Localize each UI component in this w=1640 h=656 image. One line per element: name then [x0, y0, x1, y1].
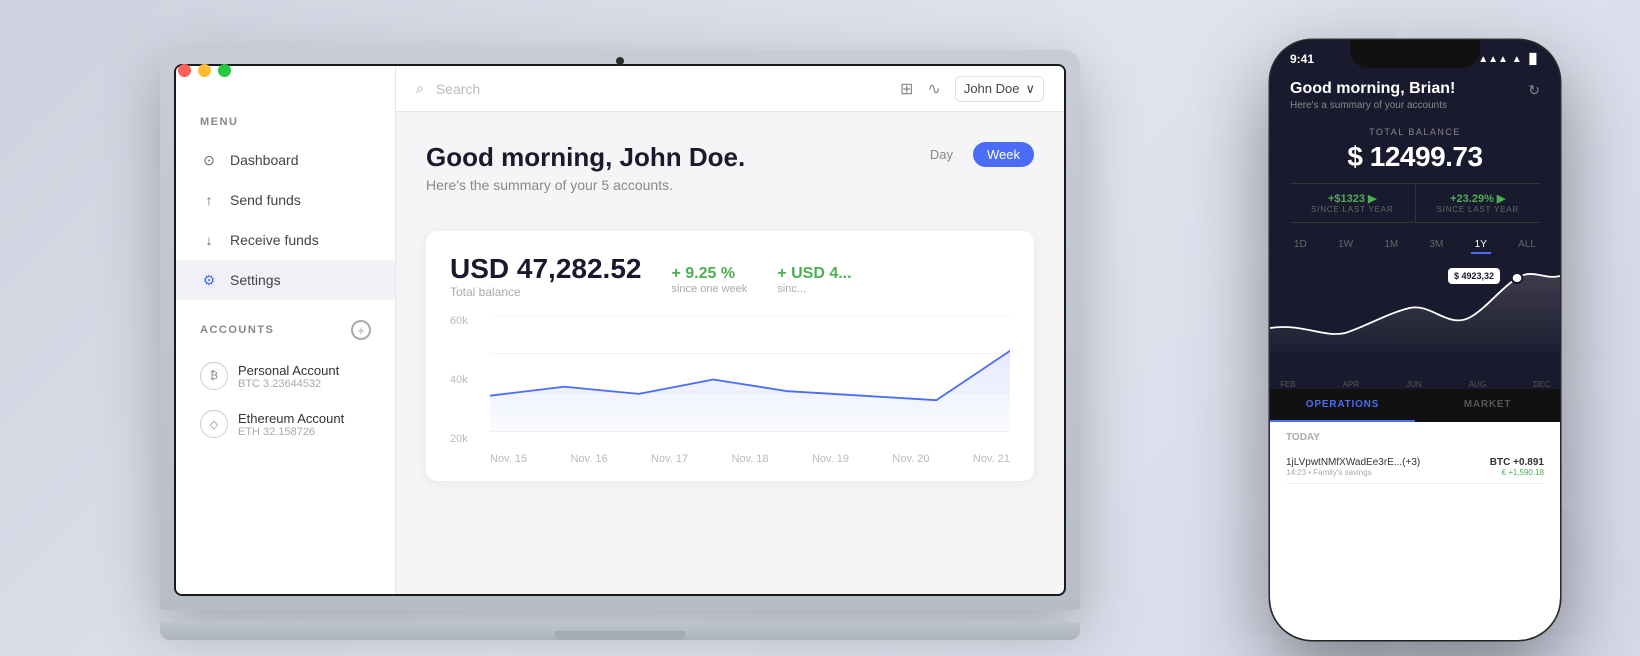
stat-percent: + 9.25 % [671, 265, 747, 283]
user-name: John Doe [964, 81, 1020, 96]
accounts-section: ACCOUNTS + ₿ Personal Account BTC 3.2364… [176, 320, 395, 448]
topbar: ⌕ Search ⊞ ∿ John Doe ∨ [396, 66, 1064, 112]
tab-week[interactable]: Week [973, 142, 1034, 167]
status-icons: ▲▲▲ ▲ ▐▌ [1478, 54, 1540, 65]
menu-label: MENU [176, 116, 395, 140]
tab-day[interactable]: Day [916, 142, 967, 167]
phone-balance-section: TOTAL BALANCE $ 12499.73 [1270, 119, 1560, 177]
phone-header: Good morning, Brian! Here's a summary of… [1270, 70, 1560, 119]
account-name: Ethereum Account [238, 411, 344, 426]
list-item[interactable]: 1jLVpwtNMfXWadEe3rE...(+3) 14:23 • Famil… [1286, 451, 1544, 484]
user-menu[interactable]: John Doe ∨ [955, 76, 1044, 102]
sidebar-item-send-funds[interactable]: ↑ Send funds [176, 180, 395, 220]
period-tab-1w[interactable]: 1W [1334, 237, 1357, 254]
phone-chart-xaxis: FEB APR JUN AUG DEC [1270, 378, 1560, 389]
phone-period-tabs: 1D 1W 1M 3M 1Y ALL [1270, 229, 1560, 258]
account-name: Personal Account [238, 363, 339, 378]
arrow-up-icon: ↑ [200, 191, 218, 209]
phone-stat-2: +23.29% ▶ SINCE LAST YEAR [1416, 184, 1541, 222]
stat-label-1: SINCE LAST YEAR [1290, 205, 1415, 214]
arrow-down-icon: ↓ [200, 231, 218, 249]
status-time: 9:41 [1290, 52, 1314, 66]
battery-icon: ▐▌ [1526, 54, 1540, 65]
phone-chart-area: $ 4923,32 [1270, 258, 1560, 378]
main-content: ⌕ Search ⊞ ∿ John Doe ∨ [396, 66, 1064, 594]
phone-screen: 9:41 ▲▲▲ ▲ ▐▌ Good morning, Brian! Here'… [1270, 40, 1560, 640]
period-tab-3m[interactable]: 3M [1426, 237, 1448, 254]
today-label: TODAY [1286, 432, 1544, 443]
page-title: Good morning, John Doe. [426, 142, 745, 173]
laptop-camera [616, 57, 624, 65]
gear-icon: ⚙ [200, 271, 218, 289]
sidebar-item-dashboard[interactable]: ⊙ Dashboard [176, 140, 395, 180]
sidebar-item-settings[interactable]: ⚙ Settings [176, 260, 395, 300]
account-balance: BTC 3.23644532 [238, 378, 339, 390]
phone-stats-row: +$1323 ▶ SINCE LAST YEAR +23.29% ▶ SINCE… [1290, 183, 1540, 223]
period-tab-all[interactable]: ALL [1514, 237, 1540, 254]
refresh-icon[interactable]: ↻ [1528, 82, 1540, 99]
sidebar: MENU ⊙ Dashboard ↑ Send funds ↓ Receive … [176, 66, 396, 594]
wifi-icon: ▲ [1512, 54, 1522, 65]
minimize-button[interactable] [198, 64, 211, 77]
tx-currency: BTC +0.891 [1490, 457, 1544, 468]
line-chart [490, 315, 1010, 432]
add-account-button[interactable]: + [351, 320, 371, 340]
sidebar-item-receive-funds[interactable]: ↓ Receive funds [176, 220, 395, 260]
list-item[interactable]: ◇ Ethereum Account ETH 32.158726 [200, 400, 371, 448]
chart-card: USD 47,282.52 Total balance + 9.25 % sin… [426, 231, 1034, 481]
tx-amount: € +1,590.18 [1490, 468, 1544, 477]
signal-icon: ▲▲▲ [1478, 54, 1508, 65]
ethereum-icon: ◇ [200, 410, 228, 438]
phone-line-chart [1270, 258, 1560, 353]
account-balance: ETH 32.158726 [238, 426, 344, 438]
tx-hash: 1jLVpwtNMfXWadEe3rE...(+3) [1286, 457, 1420, 468]
traffic-lights [178, 64, 231, 77]
balance-main: USD 47,282.52 [450, 253, 641, 285]
chart-yaxis: 60k 40k 20k [450, 315, 485, 445]
phone-stat-1: +$1323 ▶ SINCE LAST YEAR [1290, 184, 1416, 222]
accounts-label: ACCOUNTS [200, 324, 274, 336]
close-button[interactable] [178, 64, 191, 77]
phone-greeting: Good morning, Brian! [1290, 80, 1455, 98]
copy-icon[interactable]: ⊞ [900, 79, 913, 99]
activity-icon[interactable]: ∿ [927, 79, 940, 99]
stat-value-1: +$1323 ▶ [1290, 192, 1415, 205]
phone-notch [1350, 40, 1480, 68]
sub-greeting: Here's the summary of your 5 accounts. [426, 177, 745, 193]
period-tab-1y[interactable]: 1Y [1471, 237, 1491, 254]
chart-xaxis: Nov. 15 Nov. 16 Nov. 17 Nov. 18 Nov. 19 … [490, 453, 1010, 465]
balance-sub: Total balance [450, 285, 641, 299]
balance-label: TOTAL BALANCE [1290, 127, 1540, 137]
list-item[interactable]: ₿ Personal Account BTC 3.23644532 [200, 352, 371, 400]
stat-label: since one week [671, 283, 747, 295]
phone-operations: TODAY 1jLVpwtNMfXWadEe3rE...(+3) 14:23 •… [1270, 422, 1560, 640]
balance-amount: $ 12499.73 [1290, 141, 1540, 173]
search-icon: ⌕ [416, 80, 424, 97]
phone-tabs: OPERATIONS MARKET [1270, 389, 1560, 422]
clock-icon: ⊙ [200, 151, 218, 169]
stat-usd: + USD 4... [777, 265, 851, 283]
period-tab-1d[interactable]: 1D [1290, 237, 1311, 254]
tx-meta: 14:23 • Family's savings [1286, 468, 1420, 477]
chevron-down-icon: ∨ [1025, 81, 1035, 97]
chart-area: 60k 40k 20k [450, 315, 1010, 465]
laptop: MENU ⊙ Dashboard ↑ Send funds ↓ Receive … [160, 50, 1080, 640]
period-tab-1m[interactable]: 1M [1380, 237, 1402, 254]
bitcoin-icon: ₿ [200, 362, 228, 390]
stat-label2: sinc... [777, 283, 851, 295]
tab-operations[interactable]: OPERATIONS [1270, 389, 1415, 422]
maximize-button[interactable] [218, 64, 231, 77]
phone-subgreeting: Here's a summary of your accounts [1290, 100, 1455, 111]
chart-tooltip: $ 4923,32 [1448, 268, 1500, 284]
tab-market[interactable]: MARKET [1415, 389, 1560, 422]
phone: 9:41 ▲▲▲ ▲ ▐▌ Good morning, Brian! Here'… [1270, 40, 1560, 640]
stat-label-2: SINCE LAST YEAR [1416, 205, 1541, 214]
dashboard-body: Good morning, John Doe. Here's the summa… [396, 112, 1064, 594]
search-input[interactable]: Search [436, 81, 888, 97]
stat-value-2: +23.29% ▶ [1416, 192, 1541, 205]
